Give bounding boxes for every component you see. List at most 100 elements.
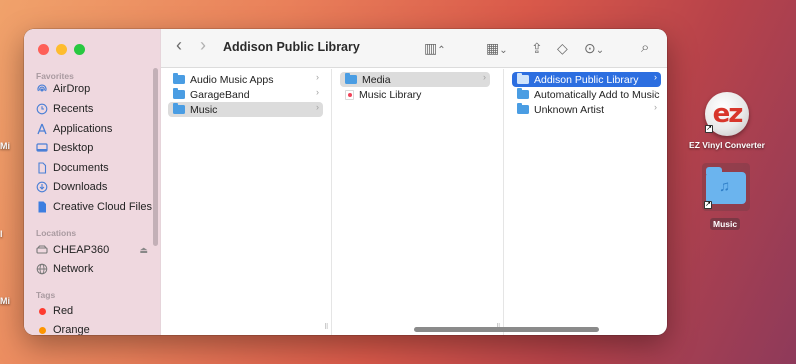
eject-icon[interactable]: ⏏ [139,245,148,256]
sidebar-item-label: Red [53,305,74,317]
sidebar-item-label: CHEAP360 [53,244,110,256]
browser-column: Audio Music Apps › GarageBand › Music › … [161,69,332,335]
sidebar-item-downloads[interactable]: Downloads [36,178,107,196]
desktop-icon-label[interactable]: Music [710,218,741,230]
desktop-edge-label: l [0,229,3,239]
group-button[interactable]: ▦⌄ [486,40,508,59]
sidebar-item-label: Recents [53,103,94,115]
sidebar-item-tag-orange[interactable]: Orange [36,321,90,335]
desktop-icon [36,142,48,154]
share-button[interactable]: ⇪ [531,40,543,56]
chevron-right-icon: › [654,102,657,112]
desktop-icon-label[interactable]: EZ Vinyl Converter [684,140,770,150]
sidebar-item-desktop[interactable]: Desktop [36,139,93,157]
finder-window: Favorites AirDrop Recents Applications D… [24,29,667,335]
clock-icon [36,103,48,115]
list-item-selected[interactable]: Addison Public Library › [512,72,661,87]
chevron-right-icon: › [316,87,319,97]
back-button[interactable]: ‹ [176,36,182,54]
chevron-down-icon: ⌄ [595,45,605,56]
horizontal-scrollbar[interactable] [414,327,599,332]
list-item-label: Music Library [359,88,422,101]
sidebar-scrollbar[interactable] [153,68,158,246]
chevron-down-icon: ⌄ [499,45,508,56]
document-icon [36,162,48,174]
folder-icon: ♫ [706,167,746,204]
list-item[interactable]: Unknown Artist › [512,102,661,117]
sidebar-item-label: Applications [53,123,113,135]
list-item-label: Automatically Add to Music [534,88,660,101]
list-item-label: Unknown Artist [534,103,605,116]
drive-icon [36,244,48,256]
group-icon: ▦ [486,40,500,56]
alias-arrow-icon: ↗ [704,201,712,209]
folder-icon [173,88,185,99]
tag-color-dot-icon [36,324,48,335]
music-note-icon: ♫ [719,178,731,195]
search-button[interactable]: ⌕ [641,40,649,56]
music-library-icon [345,89,354,100]
sidebar-item-label: Downloads [53,181,108,193]
sidebar-item-applications[interactable]: Applications [36,120,112,138]
globe-icon [36,263,48,275]
list-item[interactable]: GarageBand › [168,87,323,102]
airdrop-icon [36,83,48,95]
sidebar-item-recents[interactable]: Recents [36,100,93,118]
list-item-label: Audio Music Apps [190,73,274,86]
list-item[interactable]: Audio Music Apps › [168,72,323,87]
close-button[interactable] [38,44,49,55]
list-item-selected[interactable]: Media › [340,72,490,87]
folder-icon [517,103,529,114]
list-item-label: Addison Public Library [534,73,639,86]
ez-logo-text: ez [712,99,744,129]
chevron-right-icon: › [654,72,657,82]
list-item[interactable]: Automatically Add to Music › [512,87,661,102]
folder-icon [173,73,185,84]
forward-button[interactable]: › [200,36,206,54]
tag-button[interactable]: ◇ [557,40,568,56]
more-actions-button[interactable]: ⊙⌄ [584,40,604,59]
sidebar-item-cheap360[interactable]: CHEAP360 ⏏ [36,241,148,259]
folder-icon [173,103,185,114]
search-icon: ⌕ [641,39,650,56]
sidebar-item-tag-red[interactable]: Red [36,302,73,320]
sidebar-item-documents[interactable]: Documents [36,159,109,177]
sidebar-item-creative-cloud-files[interactable]: Creative Cloud Files [36,198,152,216]
folder-icon [345,73,357,84]
folder-icon [517,73,529,84]
applications-icon [36,123,48,135]
chevron-right-icon: › [316,102,319,112]
sidebar-item-label: Network [53,263,94,275]
sidebar: Favorites AirDrop Recents Applications D… [24,29,161,335]
alias-arrow-icon: ↗ [705,125,713,133]
list-item[interactable]: Music Library [340,87,490,102]
zoom-button[interactable] [74,44,85,55]
chevron-updown-icon: ⌃ [437,45,446,56]
list-item-label: Media [362,73,391,86]
desktop-edge-label: Mi [0,296,10,306]
columns-view-icon: ▥ [424,40,438,56]
window-controls [38,44,85,55]
chevron-right-icon: › [654,87,657,97]
tag-icon: ◇ [557,40,568,56]
column-resize-handle[interactable]: ll [324,322,328,331]
sidebar-section-locations: Locations [36,228,77,238]
window-title: Addison Public Library [223,40,360,54]
sidebar-item-airdrop[interactable]: AirDrop [36,80,90,98]
file-icon [36,201,48,213]
browser-column: Media › Music Library ll [333,69,504,335]
desktop-edge-label: Mi [0,141,10,151]
sidebar-section-tags: Tags [36,290,56,300]
folder-icon [517,88,529,99]
sidebar-item-label: Documents [53,162,109,174]
sidebar-item-label: Desktop [53,142,94,154]
chevron-right-icon: › [316,72,319,82]
view-mode-button[interactable]: ▥⌃ [424,40,446,59]
list-item-label: GarageBand [190,88,250,101]
list-item-selected[interactable]: Music › [168,102,323,117]
minimize-button[interactable] [56,44,67,55]
ellipsis-circle-icon: ⊙ [584,40,596,56]
chevron-right-icon: › [483,72,486,82]
browser-column: Addison Public Library › Automatically A… [505,69,667,335]
sidebar-item-network[interactable]: Network [36,260,93,278]
